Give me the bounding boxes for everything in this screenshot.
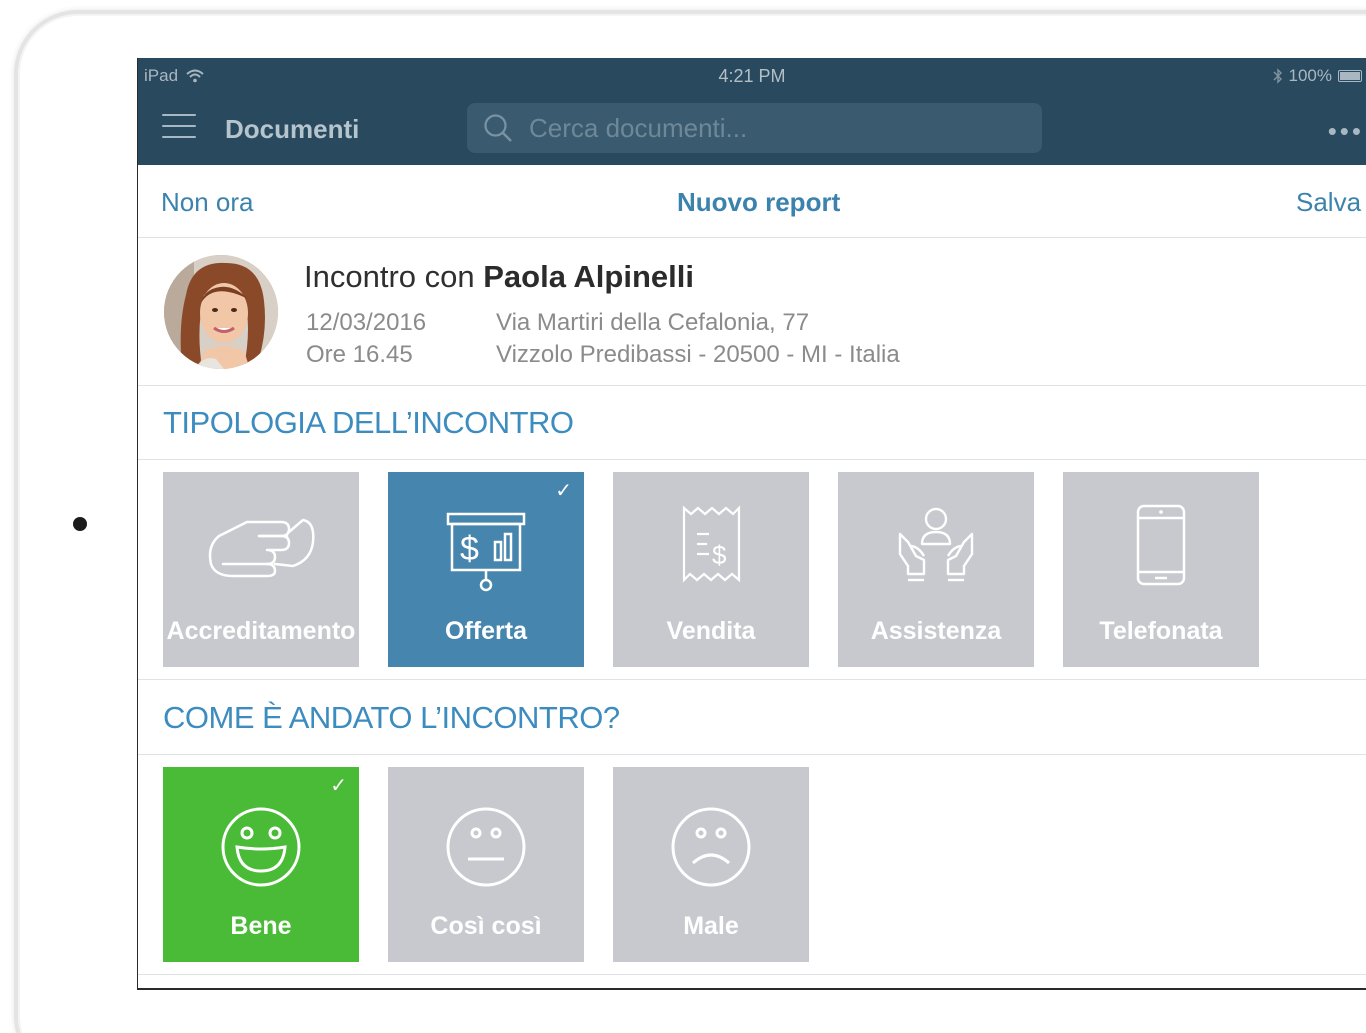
type-option-offerta[interactable]: ✓ $ Offerta [388,472,584,667]
type-option-vendita[interactable]: $ Vendita [613,472,809,667]
outcome-option-bene[interactable]: ✓ Bene [163,767,359,962]
more-options-button[interactable]: ••• [1328,116,1364,147]
search-input[interactable] [529,112,1009,144]
meeting-address: Via Martiri della Cefalonia, 77 Vizzolo … [496,307,900,371]
tile-label: Così così [430,912,542,940]
meeting-datetime: 12/03/2016 Ore 16.45 [306,307,426,371]
tile-label: Vendita [666,617,756,645]
svg-text:$: $ [460,530,479,568]
battery-icon [1338,70,1362,82]
meeting-title: Incontro con Paola Alpinelli [304,259,694,295]
avatar [164,255,278,369]
address-line-2: Vizzolo Predibassi - 20500 - MI - Italia [496,341,900,368]
outcome-option-male[interactable]: Male [613,767,809,962]
meeting-date: 12/03/2016 [306,309,427,336]
menu-line [162,114,196,116]
tile-label: Accreditamento [166,617,356,645]
hamburger-menu-button[interactable] [162,114,196,142]
search-icon [484,114,512,142]
meeting-header: Incontro con Paola Alpinelli 12/03/2016 … [138,239,1366,386]
tile-label: Assistenza [870,617,1002,645]
search-bar[interactable] [467,103,1042,153]
type-option-telefonata[interactable]: Telefonata [1063,472,1259,667]
tile-label: Telefonata [1099,617,1223,645]
outcome-option-cosi-cosi[interactable]: Così così [388,767,584,962]
menu-line [162,136,196,138]
type-option-assistenza[interactable]: Assistenza [838,472,1034,667]
battery-percent: 100% [1288,66,1332,85]
status-right: 100% [1273,66,1362,86]
type-section-title: TIPOLOGIA DELL’INCONTRO [163,405,574,440]
divider [138,679,1366,680]
address-line-1: Via Martiri della Cefalonia, 77 [496,309,810,336]
save-button[interactable]: Salva [1296,187,1361,218]
sad-face-icon [671,807,751,887]
not-now-button[interactable]: Non ora [161,187,254,218]
divider [138,754,1366,755]
handshake-icon [208,518,315,578]
type-option-accreditamento[interactable]: Accreditamento [163,472,359,667]
page-title: Nuovo report [677,187,841,217]
nav-title: Documenti [225,114,360,144]
contact-name: Paola Alpinelli [483,259,694,294]
tile-label: Male [683,912,739,940]
receipt-icon: $ [682,505,741,583]
tile-label: Offerta [445,617,527,645]
action-bar: Non ora Nuovo report Salva [138,165,1366,238]
app-screen: iPad 4:21 PM 100% Documenti Cerca docume… [137,58,1366,990]
outcome-section-title: COME È ANDATO L’INCONTRO? [163,700,620,735]
camera-dot [73,517,87,531]
menu-line [162,125,196,127]
meeting-prefix: Incontro con [304,259,475,294]
happy-face-icon [221,807,301,887]
top-bar: iPad 4:21 PM 100% Documenti Cerca docume… [138,58,1366,165]
neutral-face-icon [446,807,526,887]
divider [138,974,1366,975]
status-time: 4:21 PM [718,66,786,86]
bluetooth-icon [1273,68,1282,84]
meeting-time: Ore 16.45 [306,341,413,368]
hands-person-icon [898,507,974,582]
presentation-chart-icon: $ [446,512,526,592]
tile-label: Bene [230,912,292,940]
divider [138,459,1366,460]
phone-icon [1136,504,1186,586]
svg-text:$: $ [712,540,727,570]
